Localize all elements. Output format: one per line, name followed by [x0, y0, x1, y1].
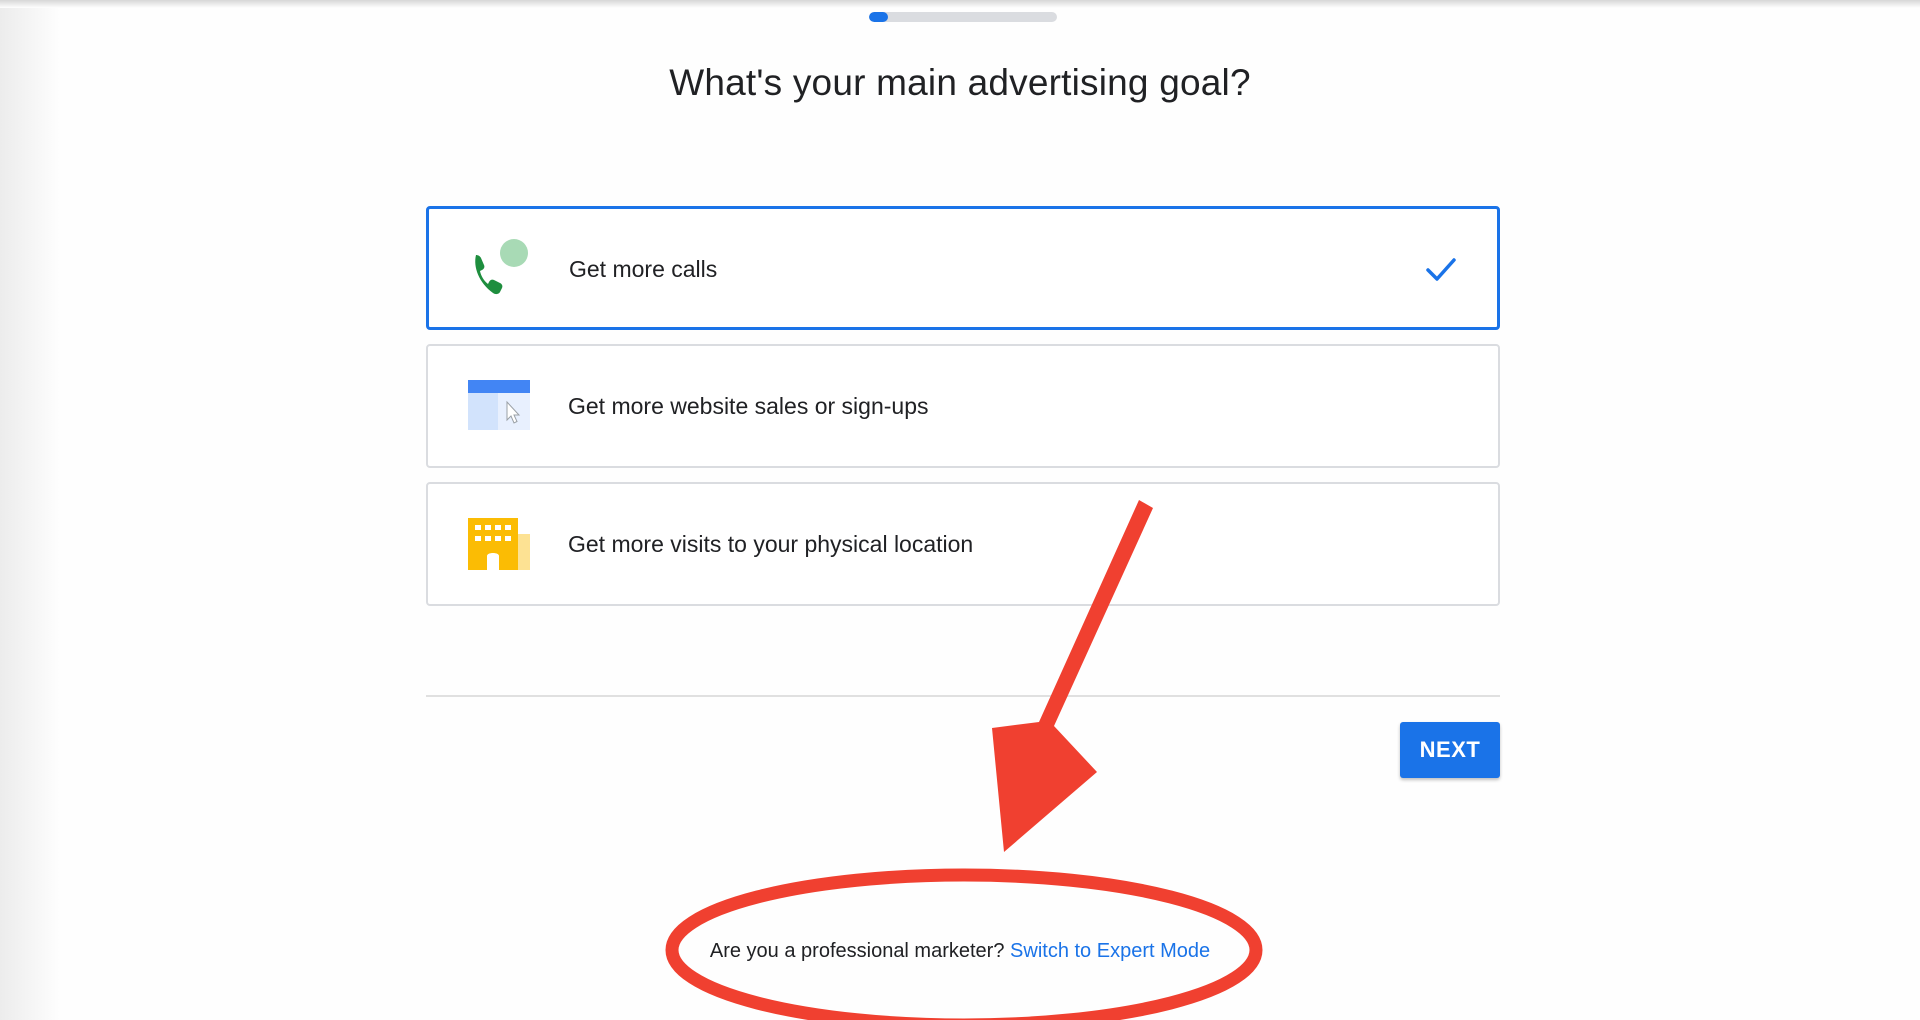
next-button[interactable]: NEXT	[1400, 722, 1500, 778]
building-icon	[468, 518, 530, 570]
checkmark-icon	[1426, 258, 1456, 281]
progress-bar-fill	[869, 12, 888, 22]
goal-label: Get more calls	[569, 256, 718, 282]
goal-option-website[interactable]: Get more website sales or sign-ups	[426, 344, 1500, 468]
top-edge-shadow	[0, 0, 1920, 8]
browser-window-icon	[468, 380, 530, 430]
professional-marketer-question: Are you a professional marketer?	[709, 940, 1005, 962]
goal-options: Get more calls Get more website sales or…	[426, 206, 1500, 620]
phone-icon	[475, 239, 528, 295]
progress-bar	[869, 12, 1057, 22]
expert-mode-prompt: Are you a professional marketer? Switch …	[0, 940, 1920, 963]
left-edge-shadow	[0, 0, 60, 1020]
page-title: What's your main advertising goal?	[669, 62, 1251, 103]
goal-option-calls[interactable]: Get more calls	[426, 206, 1500, 330]
divider	[426, 695, 1500, 697]
goal-label: Get more visits to your physical locatio…	[568, 531, 974, 557]
goal-option-location[interactable]: Get more visits to your physical locatio…	[426, 482, 1500, 606]
page: What's your main advertising goal? Get m…	[0, 0, 1920, 1020]
switch-to-expert-mode-link[interactable]: Switch to Expert Mode	[1010, 940, 1210, 962]
goal-label: Get more website sales or sign-ups	[568, 393, 929, 419]
